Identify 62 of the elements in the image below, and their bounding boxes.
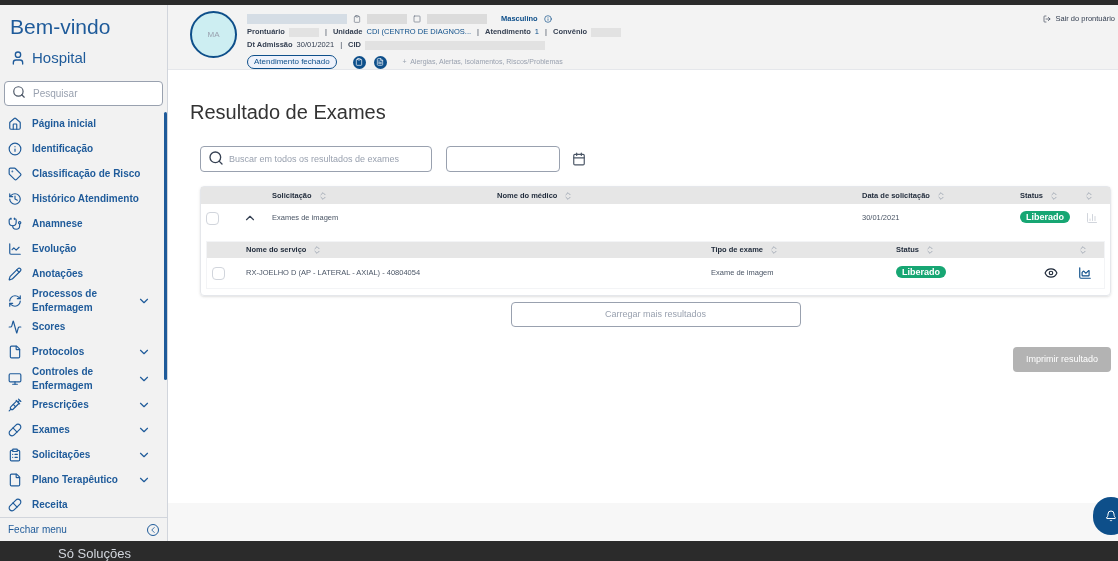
menu-item[interactable]: Classificação de Risco (0, 161, 163, 187)
menu-item[interactable]: Anamnese (0, 211, 163, 237)
search-icon (12, 84, 26, 99)
menu-item[interactable]: Scores (0, 314, 163, 340)
menu-item[interactable]: Exames (0, 417, 163, 443)
checkbox[interactable] (212, 266, 225, 280)
document-icon (8, 345, 22, 359)
area-chart-icon[interactable] (1078, 266, 1092, 280)
user-name: Hospital (32, 48, 87, 68)
capsule-icon (8, 423, 22, 437)
menu-item[interactable]: Página inicial (0, 111, 163, 137)
document-button[interactable] (373, 55, 387, 69)
pencil-icon (8, 267, 22, 281)
menu-item[interactable]: Prescrições (0, 392, 163, 418)
house-icon (8, 117, 22, 131)
avatar: MA (190, 11, 237, 58)
document-icon (8, 473, 22, 487)
refresh-icon (8, 293, 22, 308)
eye-icon[interactable] (1044, 266, 1058, 280)
document-icon (376, 58, 385, 66)
menu-item[interactable]: Processos de Enfermagem (0, 286, 163, 315)
menu-item[interactable]: Plano Terapêutico (0, 467, 163, 493)
menu-item[interactable]: Receita (0, 492, 163, 517)
menu-item[interactable]: Evolução (0, 236, 163, 262)
info-icon (543, 15, 552, 23)
status-badge: Liberado (1020, 211, 1070, 224)
clipboard-icon (8, 448, 22, 462)
welcome-title: Bem-vindo (10, 14, 112, 40)
clipboard-button[interactable] (352, 55, 366, 69)
line-chart-icon (8, 242, 22, 256)
pulse-icon (8, 320, 22, 334)
search-field[interactable]: Buscar em todos os resultados de exames (200, 146, 432, 172)
scrollbar[interactable] (164, 111, 167, 380)
date-field[interactable] (446, 145, 560, 172)
user-icon (10, 50, 26, 67)
menu-item[interactable]: Identificação (0, 136, 163, 162)
menu-item[interactable]: Controles de Enfermagem (0, 364, 163, 393)
menu-item[interactable]: Solicitações (0, 442, 163, 468)
search-field[interactable]: Pesquisar (4, 80, 163, 106)
calendar-icon[interactable] (572, 151, 586, 166)
close-menu-link[interactable]: Fechar menu (8, 522, 67, 537)
monitor-icon (8, 371, 22, 386)
checkbox[interactable] (206, 211, 219, 225)
page-title: Resultado de Exames (190, 100, 387, 124)
menu-item[interactable]: Histórico Atendimento (0, 186, 163, 212)
capsule-icon (8, 498, 22, 512)
search-icon (208, 150, 224, 166)
syringe-icon (8, 398, 22, 412)
menu-item[interactable]: Anotações (0, 261, 163, 287)
taskbar-label: Só Soluções (58, 545, 132, 561)
info-icon (8, 142, 22, 156)
calendar-icon (413, 15, 421, 23)
history-icon (8, 192, 22, 206)
clipboard-icon (353, 15, 361, 23)
status-badge: Liberado (896, 266, 946, 279)
tag-icon (8, 167, 22, 181)
stethoscope-icon (8, 217, 22, 231)
status-chip: Atendimento fechado (247, 55, 337, 69)
menu-item[interactable]: Protocolos (0, 339, 163, 365)
bell-icon (1105, 510, 1117, 522)
logout-icon (1043, 14, 1052, 23)
clipboard-icon (355, 58, 364, 66)
